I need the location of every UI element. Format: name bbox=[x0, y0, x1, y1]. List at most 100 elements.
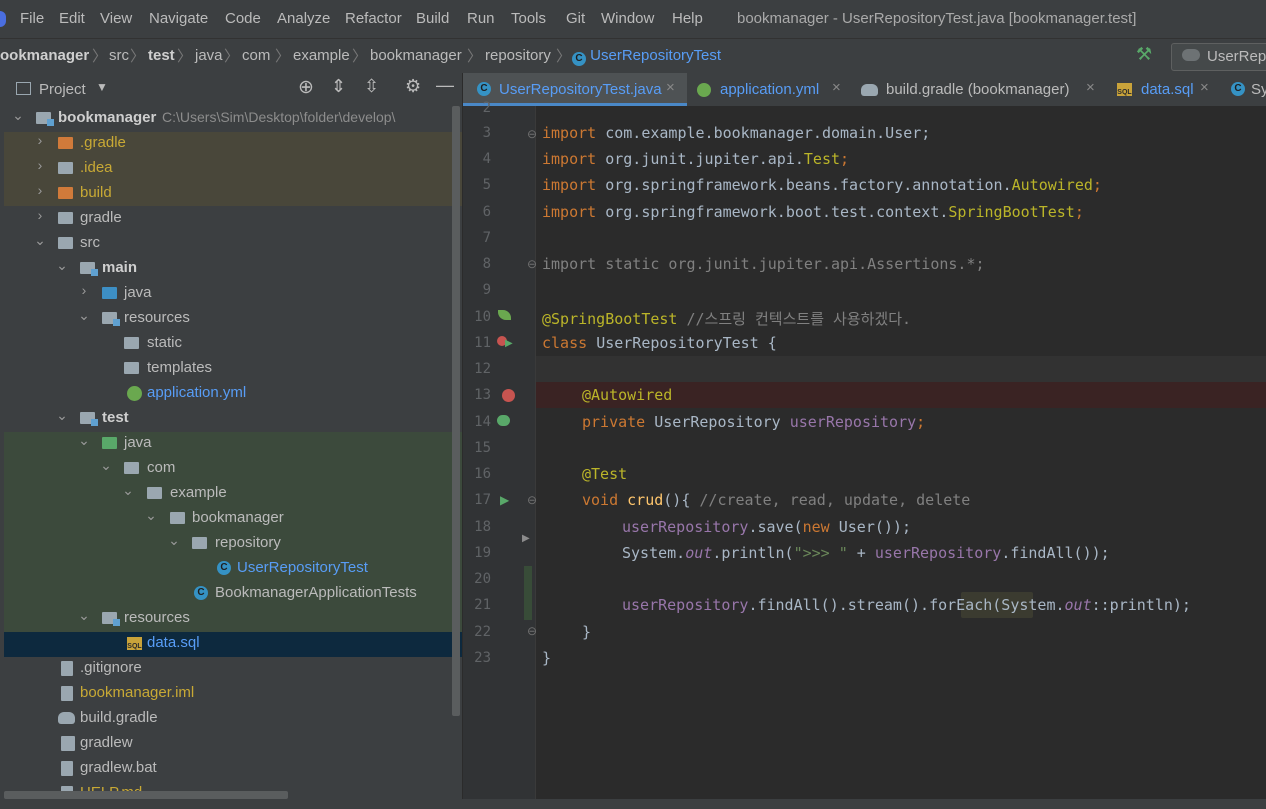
project-vertical-scrollbar[interactable] bbox=[452, 106, 460, 716]
chevron-right-icon[interactable]: › bbox=[34, 157, 46, 173]
breadcrumb-class[interactable]: C UserRepositoryTest bbox=[572, 47, 721, 66]
close-icon[interactable]: × bbox=[1200, 79, 1209, 96]
menu-window[interactable]: Window bbox=[601, 10, 654, 27]
caret-right-icon[interactable]: ▶ bbox=[522, 533, 530, 544]
code-token: void bbox=[582, 491, 628, 509]
chevron-down-icon[interactable]: ⌄ bbox=[78, 307, 90, 324]
chevron-down-icon[interactable]: ⌄ bbox=[168, 532, 180, 549]
tree-item-test[interactable]: ⌄ test bbox=[4, 406, 462, 431]
breadcrumb-bookmanager[interactable]: bookmanager bbox=[370, 47, 462, 64]
tree-item-idea[interactable]: › .idea bbox=[4, 156, 462, 181]
chevron-down-icon[interactable]: ⌄ bbox=[12, 107, 24, 124]
menu-help[interactable]: Help bbox=[672, 10, 703, 27]
chevron-down-icon[interactable]: ⌄ bbox=[78, 607, 90, 624]
chevron-down-icon[interactable]: ⌄ bbox=[78, 432, 90, 449]
tree-item-gitignore[interactable]: .gitignore bbox=[4, 656, 462, 681]
fold-icon[interactable]: ⊖ bbox=[527, 493, 537, 507]
menu-code[interactable]: Code bbox=[225, 10, 261, 27]
fold-icon[interactable]: ⊖ bbox=[527, 624, 537, 638]
chevron-down-icon[interactable]: ⌄ bbox=[34, 232, 46, 249]
breadcrumb-src[interactable]: src bbox=[109, 47, 129, 64]
expand-all-icon[interactable]: ⇕ bbox=[331, 76, 346, 97]
breadcrumb-java[interactable]: java bbox=[195, 47, 223, 64]
chevron-down-icon[interactable]: ▼ bbox=[96, 80, 108, 94]
menu-view[interactable]: View bbox=[100, 10, 132, 27]
tree-item-application-yml[interactable]: application.yml bbox=[4, 381, 462, 406]
menu-refactor[interactable]: Refactor bbox=[345, 10, 402, 27]
tree-item-templates[interactable]: templates bbox=[4, 356, 462, 381]
tab-sy[interactable]: C Sy bbox=[1225, 73, 1266, 106]
tree-item-bookmanager-iml[interactable]: bookmanager.iml bbox=[4, 681, 462, 706]
close-icon[interactable]: × bbox=[832, 79, 841, 96]
tree-item-data-sql[interactable]: SQL data.sql bbox=[4, 631, 462, 656]
run-test-method-icon[interactable]: ▶ bbox=[500, 493, 509, 507]
tree-item-build-gradle[interactable]: build.gradle bbox=[4, 706, 462, 731]
tab-userrepositorytest[interactable]: C UserRepositoryTest.java × bbox=[463, 73, 687, 106]
breadcrumb-repository[interactable]: repository bbox=[485, 47, 551, 64]
breadcrumb-example[interactable]: example bbox=[293, 47, 350, 64]
close-icon[interactable]: × bbox=[1086, 79, 1095, 96]
build-hammer-icon[interactable]: ⚒ bbox=[1136, 44, 1152, 65]
project-view-title[interactable]: Project bbox=[39, 81, 86, 98]
chevron-right-icon[interactable]: › bbox=[34, 182, 46, 198]
line-number: 5 bbox=[482, 177, 491, 193]
tree-item-com[interactable]: ⌄ com bbox=[4, 456, 462, 481]
tree-item-main-java[interactable]: › java bbox=[4, 281, 462, 306]
menu-navigate[interactable]: Navigate bbox=[149, 10, 208, 27]
tree-item-test-resources[interactable]: ⌄ resources bbox=[4, 606, 462, 631]
tree-item-gradlew[interactable]: gradlew bbox=[4, 731, 462, 756]
tree-item-example[interactable]: ⌄ example bbox=[4, 481, 462, 506]
collapse-all-icon[interactable]: ⇳ bbox=[364, 76, 379, 97]
tree-item-main[interactable]: ⌄ main bbox=[4, 256, 462, 281]
tab-data-sql[interactable]: SQL data.sql × bbox=[1109, 73, 1225, 106]
menu-analyze[interactable]: Analyze bbox=[277, 10, 330, 27]
menu-run[interactable]: Run bbox=[467, 10, 495, 27]
tree-item-repository[interactable]: ⌄ repository bbox=[4, 531, 462, 556]
app-logo-icon[interactable] bbox=[0, 11, 6, 27]
tree-item-gradle-cache[interactable]: › .gradle bbox=[4, 131, 462, 156]
menu-build[interactable]: Build bbox=[416, 10, 449, 27]
tree-item-userrepositorytest[interactable]: C UserRepositoryTest bbox=[4, 556, 462, 581]
tree-item-bookmanagerapplicationtests[interactable]: C BookmanagerApplicationTests bbox=[4, 581, 462, 606]
fold-icon[interactable]: ⊖ bbox=[527, 127, 537, 141]
tab-application-yml[interactable]: application.yml × bbox=[687, 73, 855, 106]
breadcrumb-project[interactable]: ookmanager bbox=[0, 47, 89, 64]
close-icon[interactable]: × bbox=[666, 79, 675, 96]
chevron-down-icon[interactable]: ⌄ bbox=[145, 507, 157, 524]
chevron-right-icon[interactable]: › bbox=[78, 282, 90, 298]
locate-file-icon[interactable]: ⊕ bbox=[298, 76, 314, 99]
project-horizontal-scrollbar[interactable] bbox=[4, 791, 288, 799]
menu-edit[interactable]: Edit bbox=[59, 10, 85, 27]
tree-item-gradle[interactable]: › gradle bbox=[4, 206, 462, 231]
chevron-right-icon[interactable]: › bbox=[34, 132, 46, 148]
tree-item-main-resources[interactable]: ⌄ resources bbox=[4, 306, 462, 331]
fold-icon[interactable]: ⊖ bbox=[527, 257, 537, 271]
chevron-down-icon[interactable]: ⌄ bbox=[56, 257, 68, 274]
chevron-down-icon[interactable]: ⌄ bbox=[122, 482, 134, 499]
tree-item-bookmanager[interactable]: ⌄ bookmanager C:\Users\Sim\Desktop\folde… bbox=[4, 106, 462, 131]
code-token: userRepository bbox=[622, 518, 749, 536]
breakpoint-icon[interactable] bbox=[502, 389, 515, 402]
tree-item-static[interactable]: static bbox=[4, 331, 462, 356]
breadcrumb-test[interactable]: test bbox=[148, 47, 175, 64]
breadcrumb-com[interactable]: com bbox=[242, 47, 270, 64]
tree-item-bookmanager-package[interactable]: ⌄ bookmanager bbox=[4, 506, 462, 531]
tree-item-src[interactable]: ⌄ src bbox=[4, 231, 462, 256]
run-configuration-select[interactable]: UserRepo bbox=[1171, 43, 1266, 71]
tree-item-build[interactable]: › build bbox=[4, 181, 462, 206]
tab-build-gradle[interactable]: build.gradle (bookmanager) × bbox=[855, 73, 1109, 106]
chevron-down-icon[interactable]: ⌄ bbox=[100, 457, 112, 474]
tree-item-test-java[interactable]: ⌄ java bbox=[4, 431, 462, 456]
menu-tools[interactable]: Tools bbox=[511, 10, 546, 27]
autowired-bean-icon[interactable] bbox=[497, 415, 510, 426]
chevron-right-icon[interactable]: › bbox=[34, 207, 46, 223]
play-icon[interactable]: ▶ bbox=[505, 338, 513, 349]
code-token: org.springframework.boot.test.context. bbox=[605, 203, 949, 221]
gear-icon[interactable]: ⚙ bbox=[405, 76, 421, 97]
tree-item-gradlew-bat[interactable]: gradlew.bat bbox=[4, 756, 462, 781]
menu-file[interactable]: File bbox=[20, 10, 44, 27]
chevron-down-icon[interactable]: ⌄ bbox=[56, 407, 68, 424]
hide-panel-icon[interactable]: — bbox=[436, 75, 454, 96]
menu-git[interactable]: Git bbox=[566, 10, 585, 27]
vcs-change-marker[interactable] bbox=[524, 566, 532, 620]
